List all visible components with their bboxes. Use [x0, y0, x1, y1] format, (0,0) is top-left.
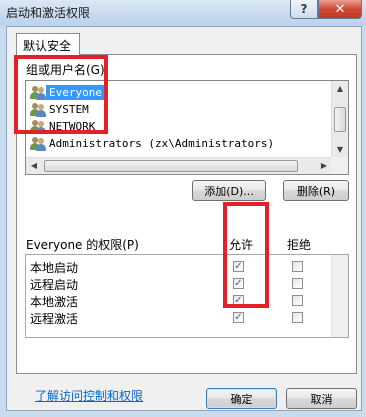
- help-button[interactable]: ?: [290, 0, 318, 19]
- list-item-label: NETWORK: [49, 120, 96, 133]
- permission-name: 远程激活: [30, 312, 79, 326]
- list-item-label: Administrators (zx\Administrators): [49, 137, 275, 150]
- list-item-administrators[interactable]: Administrators (zx\Administrators): [30, 135, 326, 152]
- allow-checkbox[interactable]: ✓: [233, 261, 244, 272]
- learn-access-control-link[interactable]: 了解访问控制和权限: [35, 387, 143, 404]
- cancel-button[interactable]: 取消: [286, 388, 357, 409]
- permissions-label: Everyone 的权限(P): [26, 238, 139, 252]
- close-button[interactable]: ✕: [318, 0, 362, 19]
- tab-panel: 组或用户名(G): Everyone SYSTEM NETWORK Admini…: [16, 54, 357, 403]
- list-item-network[interactable]: NETWORK: [30, 118, 326, 135]
- allow-checkbox[interactable]: ✓: [233, 295, 244, 306]
- help-icon: ?: [300, 2, 308, 16]
- scroll-thumb[interactable]: [44, 160, 298, 172]
- deny-checkbox[interactable]: [292, 278, 303, 289]
- scrollbar-corner: [331, 157, 348, 174]
- deny-checkbox[interactable]: [292, 295, 303, 306]
- allow-checkbox[interactable]: ✓: [233, 312, 244, 323]
- scroll-down-icon[interactable]: ▼: [332, 142, 348, 158]
- list-item-label: SYSTEM: [49, 103, 89, 116]
- permissions-scrollbar: [331, 255, 348, 337]
- deny-column-header: 拒绝: [287, 238, 312, 252]
- users-horizontal-scrollbar[interactable]: ◀ ▶: [26, 157, 332, 174]
- permission-row: 本地启动 ✓: [26, 258, 348, 275]
- users-label: 组或用户名(G):: [26, 63, 109, 77]
- add-button[interactable]: 添加(D)...: [192, 180, 266, 201]
- close-icon: ✕: [334, 1, 346, 17]
- permission-row: 远程启动 ✓: [26, 275, 348, 292]
- scroll-right-icon[interactable]: ▶: [316, 158, 332, 174]
- user-group-icon: [30, 136, 46, 151]
- scroll-left-icon[interactable]: ◀: [26, 158, 42, 174]
- dialog-body: 默认安全 组或用户名(G): Everyone SYSTEM NETWORK A…: [6, 26, 362, 411]
- permission-name: 本地启动: [30, 261, 79, 275]
- allow-checkbox[interactable]: ✓: [233, 278, 244, 289]
- window-title: 启动和激活权限: [6, 6, 91, 20]
- permission-row: 本地激活 ✓: [26, 292, 348, 309]
- permissions-list: 本地启动 ✓ 远程启动 ✓ 本地激活 ✓ 远程激活 ✓: [25, 254, 349, 338]
- scroll-thumb[interactable]: [334, 107, 346, 132]
- users-vertical-scrollbar[interactable]: ▲ ▼: [331, 81, 348, 158]
- list-item-everyone[interactable]: Everyone: [30, 84, 326, 101]
- user-group-icon: [30, 119, 46, 134]
- deny-checkbox[interactable]: [292, 261, 303, 272]
- allow-column-header: 允许: [229, 238, 254, 252]
- user-group-icon: [30, 85, 46, 100]
- permission-name: 远程启动: [30, 278, 79, 292]
- deny-checkbox[interactable]: [292, 312, 303, 323]
- users-listbox[interactable]: Everyone SYSTEM NETWORK Administrators (…: [25, 80, 349, 175]
- list-item-system[interactable]: SYSTEM: [30, 101, 326, 118]
- title-bar: 启动和激活权限 ? ✕: [0, 0, 366, 26]
- remove-button[interactable]: 删除(R): [283, 180, 349, 201]
- list-item-label: Everyone: [46, 85, 106, 100]
- tab-default-security[interactable]: 默认安全: [16, 33, 80, 55]
- permission-row: 远程激活 ✓: [26, 309, 348, 326]
- permission-name: 本地激活: [30, 295, 79, 309]
- user-group-icon: [30, 102, 46, 117]
- scroll-up-icon[interactable]: ▲: [332, 81, 348, 97]
- ok-button[interactable]: 确定: [206, 388, 277, 409]
